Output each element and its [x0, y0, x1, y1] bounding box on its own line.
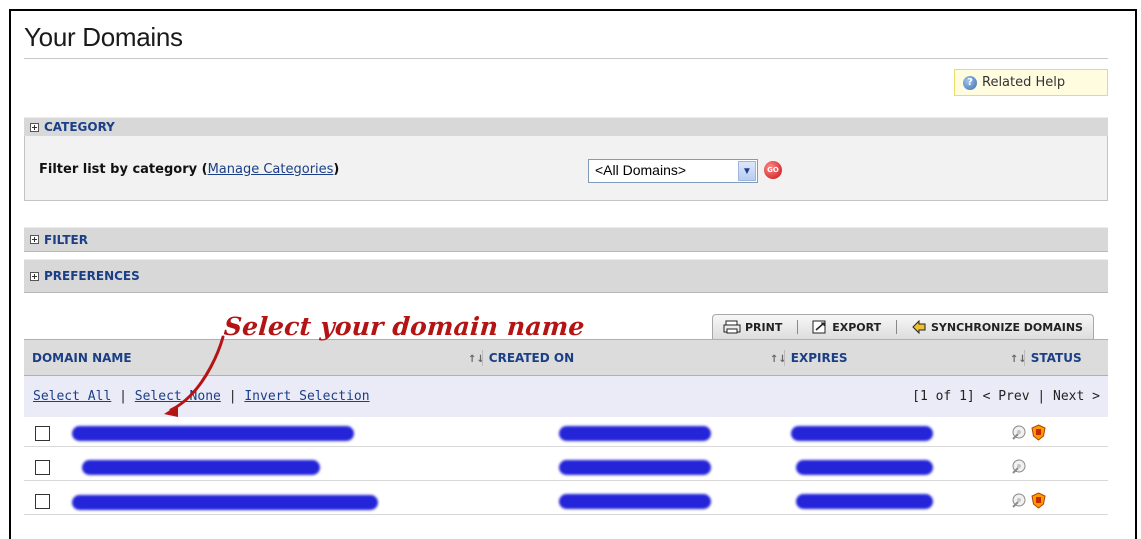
- lock-icon: [1012, 493, 1026, 508]
- help-icon: ?: [963, 75, 977, 90]
- table-row[interactable]: [24, 457, 1108, 481]
- annotation-callout: Select your domain name: [222, 312, 586, 341]
- export-button[interactable]: EXPORT: [812, 320, 881, 334]
- redacted-domain-name[interactable]: [82, 460, 320, 475]
- toolbar-separator: [796, 320, 798, 334]
- page-title: Your Domains: [24, 22, 183, 52]
- synchronize-domains-button[interactable]: SYNCHRONIZE DOMAINS: [911, 320, 1083, 334]
- redacted-domain-name[interactable]: [72, 426, 354, 441]
- column-status[interactable]: ↑↓ STATUS: [1010, 351, 1082, 365]
- redacted-expires: [796, 460, 933, 475]
- column-created-on[interactable]: ↑↓ CREATED ON: [468, 351, 574, 365]
- title-divider: [24, 58, 1108, 59]
- category-select[interactable]: <All Domains> ▼: [588, 159, 758, 183]
- category-panel: Filter list by category (Manage Categori…: [24, 136, 1108, 201]
- print-label: PRINT: [745, 320, 783, 334]
- category-label: CATEGORY: [44, 120, 115, 134]
- table-toolbar: PRINT EXPORT SYNCHRONIZE DOMAINS: [712, 314, 1094, 339]
- redacted-domain-name[interactable]: [72, 495, 378, 510]
- paren-close: ): [333, 162, 340, 177]
- filter-label: FILTER: [44, 232, 88, 247]
- synchronize-label: SYNCHRONIZE DOMAINS: [930, 320, 1083, 334]
- redacted-created-on: [559, 494, 711, 509]
- preferences-label: PREFERENCES: [44, 269, 140, 283]
- expand-icon: [30, 122, 39, 132]
- export-icon: [812, 320, 826, 334]
- lock-icon: [1012, 459, 1026, 474]
- column-domain-name[interactable]: DOMAIN NAME: [32, 351, 132, 365]
- filter-section-header[interactable]: FILTER: [24, 227, 1108, 252]
- sync-icon: [912, 320, 926, 334]
- export-label: EXPORT: [832, 320, 882, 334]
- column-expires[interactable]: ↑↓ EXPIRES: [770, 351, 848, 365]
- filter-by-category-label: Filter list by category (Manage Categori…: [39, 162, 339, 177]
- row-checkbox[interactable]: [35, 460, 50, 475]
- status-label: STATUS: [1030, 351, 1082, 365]
- pager: [1 of 1] < Prev | Next >: [912, 389, 1100, 404]
- filter-label-text: Filter list by category: [39, 162, 198, 177]
- column-divider: [1024, 350, 1025, 366]
- next-link[interactable]: Next >: [1053, 389, 1100, 404]
- shield-icon: [1031, 424, 1046, 441]
- category-section-header[interactable]: CATEGORY: [24, 117, 1108, 137]
- row-checkbox[interactable]: [35, 426, 50, 441]
- printer-icon: [723, 320, 741, 334]
- redacted-expires: [796, 494, 933, 509]
- annotation-arrow: [164, 335, 225, 417]
- redacted-created-on: [559, 460, 711, 475]
- invert-selection-link[interactable]: Invert Selection: [244, 389, 369, 404]
- created-on-label: CREATED ON: [488, 351, 575, 365]
- status-icons: [1010, 458, 1027, 475]
- page-info: [1 of 1]: [912, 389, 975, 404]
- lock-icon: [1012, 425, 1026, 440]
- separator: |: [1037, 389, 1046, 404]
- select-all-link[interactable]: Select All: [33, 389, 111, 404]
- table-row[interactable]: [24, 423, 1108, 447]
- chevron-down-icon[interactable]: ▼: [738, 161, 756, 181]
- expand-icon: [30, 235, 39, 244]
- related-help-label: Related Help: [982, 75, 1066, 90]
- column-divider: [482, 350, 483, 366]
- category-select-value: <All Domains>: [595, 162, 687, 178]
- column-divider: [784, 350, 785, 366]
- expand-icon: [30, 271, 39, 281]
- separator: |: [119, 389, 127, 404]
- expires-label: EXPIRES: [790, 351, 848, 365]
- prev-link[interactable]: < Prev: [983, 389, 1030, 404]
- redacted-expires: [791, 426, 933, 441]
- row-checkbox[interactable]: [35, 494, 50, 509]
- status-icons: [1010, 424, 1047, 441]
- preferences-section-header[interactable]: PREFERENCES: [24, 259, 1108, 293]
- toolbar-separator: [895, 320, 897, 334]
- related-help-button[interactable]: ? Related Help: [954, 69, 1108, 96]
- print-button[interactable]: PRINT: [723, 320, 782, 334]
- status-icons: [1010, 492, 1047, 509]
- shield-icon: [1031, 492, 1046, 509]
- redacted-created-on: [559, 426, 711, 441]
- manage-categories-link[interactable]: Manage Categories: [208, 162, 334, 177]
- table-row[interactable]: [24, 491, 1108, 515]
- go-button[interactable]: GO: [764, 161, 782, 179]
